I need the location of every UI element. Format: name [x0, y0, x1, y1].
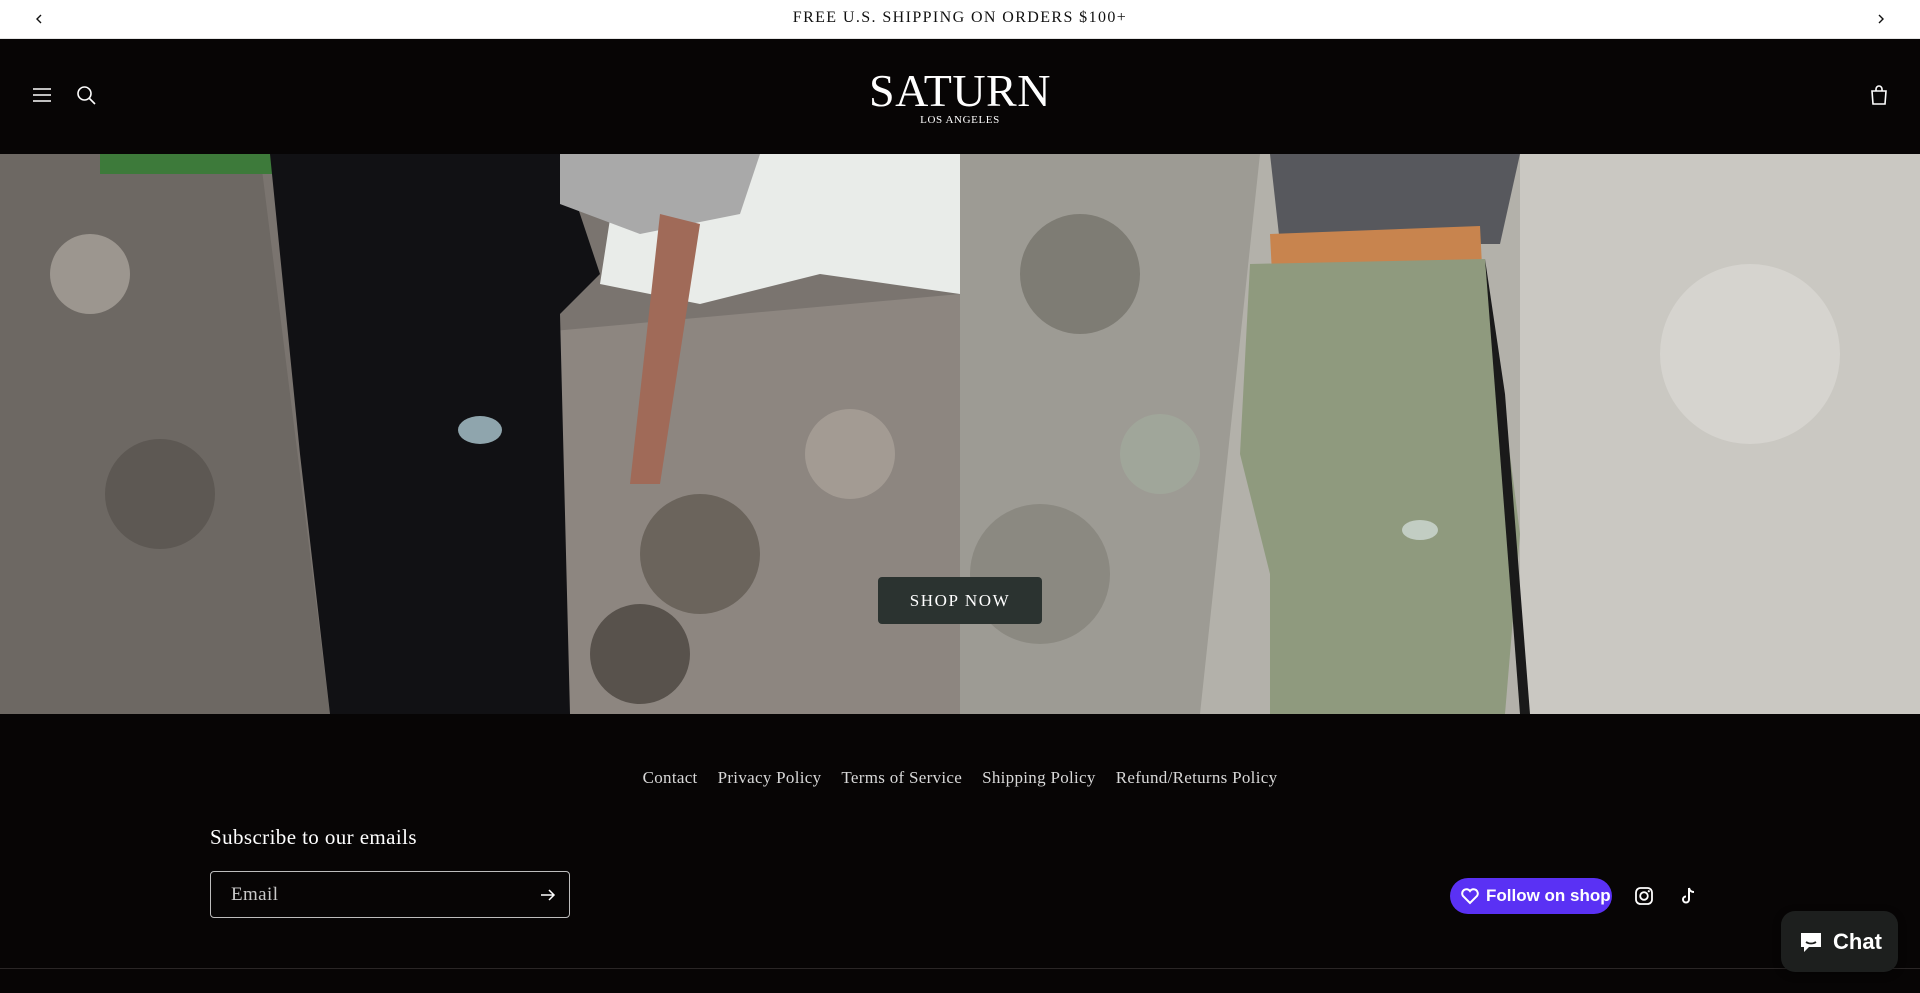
shop-now-button[interactable]: SHOP NOW: [878, 577, 1042, 624]
hero-image-left: [0, 154, 960, 714]
logo-text: SATURN: [869, 65, 1051, 116]
footer-links: Contact Privacy Policy Terms of Service …: [0, 768, 1920, 788]
instagram-icon: [1635, 887, 1653, 905]
cart-button[interactable]: [1864, 80, 1894, 110]
instagram-link[interactable]: [1632, 884, 1656, 908]
site-footer: Contact Privacy Policy Terms of Service …: [0, 714, 1920, 993]
footer-link-terms-of-service[interactable]: Terms of Service: [841, 768, 962, 788]
heart-icon: [1461, 888, 1479, 905]
chat-bubble-icon: [1801, 932, 1822, 952]
cart-icon: [1871, 85, 1887, 105]
chevron-right-icon: [1878, 14, 1884, 24]
site-logo[interactable]: SATURN LOS ANGELES: [860, 65, 1060, 127]
newsletter-submit-button[interactable]: [537, 884, 559, 906]
announcement-message: FREE U.S. SHIPPING ON ORDERS $100+: [792, 9, 1128, 26]
search-button[interactable]: [71, 80, 101, 110]
hero-banner: SHOP NOW: [0, 154, 1920, 714]
site-header: SATURN LOS ANGELES: [0, 39, 1920, 154]
announcement-next-button[interactable]: [1870, 8, 1892, 30]
newsletter-form: [210, 871, 570, 918]
hero-image-right: [960, 154, 1920, 714]
arrow-right-icon: [541, 889, 556, 901]
announcement-bar: FREE U.S. SHIPPING ON ORDERS $100+: [0, 0, 1920, 39]
footer-link-shipping-policy[interactable]: Shipping Policy: [982, 768, 1096, 788]
follow-on-shop-button[interactable]: Follow on shop: [1450, 878, 1612, 914]
chat-label: Chat: [1833, 928, 1882, 954]
hero-image-right-art: [960, 154, 1920, 714]
follow-on-shop-label: Follow on shop: [1486, 886, 1611, 905]
tiktok-link[interactable]: [1676, 884, 1700, 908]
chat-button[interactable]: Chat: [1781, 911, 1898, 972]
newsletter-title: Subscribe to our emails: [210, 825, 417, 849]
footer-link-contact[interactable]: Contact: [643, 768, 698, 788]
hamburger-icon: [33, 88, 51, 102]
tiktok-icon: [1682, 887, 1695, 904]
footer-link-privacy-policy[interactable]: Privacy Policy: [718, 768, 822, 788]
footer-divider: [0, 968, 1920, 969]
menu-button[interactable]: [27, 80, 57, 110]
search-icon: [77, 86, 96, 105]
hero-image-left-art: [0, 154, 960, 714]
email-field[interactable]: [211, 872, 521, 917]
footer-link-refund-policy[interactable]: Refund/Returns Policy: [1116, 768, 1278, 788]
